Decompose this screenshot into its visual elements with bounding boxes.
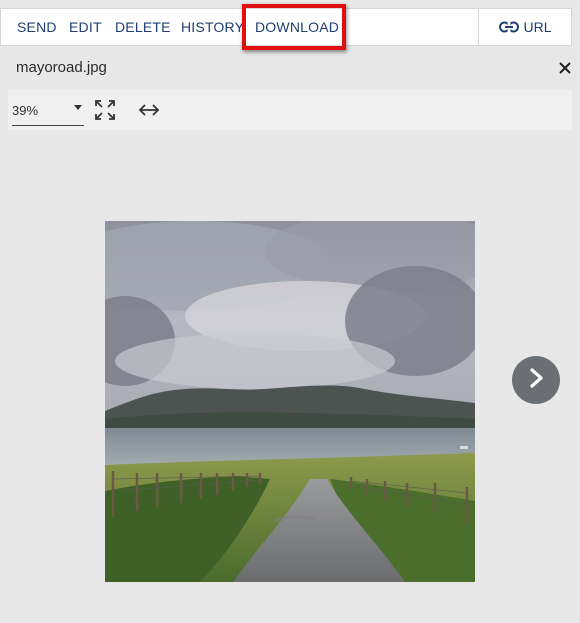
link-icon: [499, 21, 520, 33]
download-button[interactable]: DOWNLOAD: [255, 9, 339, 45]
fit-width-icon[interactable]: [136, 100, 162, 120]
edit-button[interactable]: EDIT: [69, 9, 102, 45]
action-toolbar: SEND EDIT DELETE HISTORY DOWNLOAD URL: [0, 4, 572, 50]
viewer-controls: 39%: [8, 90, 572, 130]
zoom-select[interactable]: 39%: [12, 98, 84, 126]
history-button[interactable]: HISTORY: [181, 9, 244, 45]
send-button[interactable]: SEND: [17, 9, 57, 45]
zoom-value: 39%: [12, 103, 39, 118]
next-image-button[interactable]: [512, 356, 560, 404]
url-button-label: URL: [523, 19, 552, 35]
url-button[interactable]: URL: [479, 9, 572, 45]
fullscreen-icon[interactable]: [94, 99, 116, 121]
chevron-right-icon: [526, 367, 546, 394]
file-name: mayoroad.jpg: [16, 59, 107, 76]
chevron-down-icon: [74, 105, 82, 110]
close-icon[interactable]: [557, 60, 573, 76]
image-preview: [105, 221, 475, 582]
delete-button[interactable]: DELETE: [115, 9, 171, 45]
